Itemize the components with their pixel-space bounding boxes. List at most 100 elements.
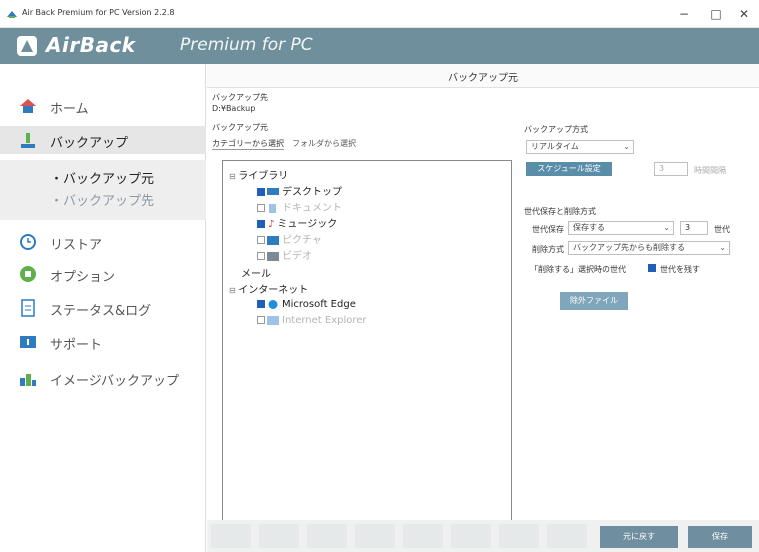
image-backup-icon [20,374,36,386]
video-icon [267,251,279,261]
footer-tile [499,524,539,548]
save-button[interactable]: 保存 [688,526,752,548]
checkbox[interactable] [257,252,265,260]
chevron-down-icon: ⌄ [663,223,670,232]
generation-count-value: 3 [685,223,691,232]
sidebar-item-status-log[interactable]: ステータス&ログ [0,294,206,322]
maximize-button[interactable]: □ [703,5,729,23]
keep-generation-label: 世代を残す [660,265,700,274]
footer-tile [355,524,395,548]
chevron-down-icon: ⌄ [623,142,630,151]
brand-name: AirBack [46,33,136,57]
tree-node-library[interactable]: ⊟ ライブラリ [229,167,288,183]
sidebar-item-home[interactable]: ホーム [0,92,206,120]
tree-node-desktop[interactable]: デスクトップ [257,183,342,199]
generation-save-value: 保存する [573,223,605,232]
tab-category[interactable]: カテゴリーから選択 [212,138,284,150]
checkbox[interactable] [257,236,265,244]
footer-tile [451,524,491,548]
sidebar-item-support[interactable]: サポート [0,328,206,356]
generation-save-label: 世代保存 [532,225,564,234]
exclude-files-button[interactable]: 除外ファイル [560,292,628,310]
interval-spinner[interactable]: 3 [654,162,688,176]
reset-button[interactable]: 元に戻す [600,526,678,548]
footer-tile [259,524,299,548]
delete-method-value: バックアップ先からも削除する [573,243,685,252]
source-label: バックアップ元 [212,123,268,132]
tree-node-ie[interactable]: Internet Explorer [257,315,367,331]
sidebar-item-label: ホーム [50,102,89,117]
checkbox[interactable] [257,220,265,228]
status-log-icon [21,299,35,317]
sidebar-item-label: ステータス&ログ [50,304,152,319]
option-icon [20,266,36,282]
chevron-down-icon: ⌄ [719,243,726,252]
title-bar: Air Back Premium for PC Version 2.2.8 − … [0,0,759,28]
footer-tile [547,524,587,548]
delete-note: 「削除する」選択時の世代 [530,265,626,274]
sidebar-item-label: リストア [50,238,103,253]
support-icon [20,336,36,348]
tree-label: Internet Explorer [282,315,367,326]
checkbox[interactable] [257,204,265,212]
method-select[interactable]: リアルタイム ⌄ [526,140,634,154]
footer-tile [403,524,443,548]
minimize-button[interactable]: − [671,5,697,23]
interval-unit: 時間間隔 [694,166,726,175]
generation-count-unit: 世代 [714,225,730,234]
desktop-icon [267,187,279,195]
tree-label: メール [241,269,271,280]
backup-icon [21,133,35,148]
sidebar-item-label: イメージバックアップ [50,374,179,389]
footer-tile [307,524,347,548]
tree-node-documents[interactable]: ドキュメント [257,199,342,215]
picture-icon [267,235,279,245]
tree-label: Microsoft Edge [282,299,356,310]
home-icon [20,99,36,113]
sidebar-item-option[interactable]: オプション [0,260,206,288]
document-icon [269,203,276,213]
music-icon: ♪ [268,219,275,230]
destination-value: D:¥Backup [212,104,256,113]
schedule-button[interactable]: スケジュール設定 [526,162,612,176]
page-title: バックアップ元 [448,73,518,84]
backup-submenu: ・バックアップ元 ・バックアップ先 [0,160,206,220]
tree-node-music[interactable]: ♪ ミュージック [257,215,337,231]
tree-label: ビデオ [282,251,312,262]
sidebar-item-label: サポート [50,338,103,353]
tree-node-pictures[interactable]: ピクチャ [257,231,322,247]
checkbox[interactable] [257,316,265,324]
sidebar-subitem-source[interactable]: ・バックアップ元 [50,168,154,187]
edge-icon [268,299,278,309]
tree-label: ライブラリ [238,171,289,182]
tree-node-internet[interactable]: ⊟ インターネット [229,281,308,297]
restore-icon [20,234,36,250]
content-header: バックアップ元 [207,64,759,88]
delete-method-select[interactable]: バックアップ先からも削除する ⌄ [568,241,730,255]
tree-label: ミュージック [277,219,338,230]
sidebar-subitem-destination[interactable]: ・バックアップ先 [50,190,154,209]
checkbox[interactable] [257,300,265,308]
sidebar: ホーム バックアップ ・バックアップ元 ・バックアップ先 リストア オプション … [0,64,206,552]
close-button[interactable]: ✕ [731,5,757,23]
sidebar-item-image-backup[interactable]: イメージバックアップ [0,364,206,392]
destination-label: バックアップ先 [212,93,268,102]
tab-folder[interactable]: フォルダから選択 [292,138,356,149]
generation-count-spinner[interactable]: 3 [680,221,708,235]
tree-node-mail[interactable]: メール [241,265,271,281]
sidebar-item-restore[interactable]: リストア [0,228,206,256]
keep-generation-checkbox[interactable] [648,264,656,272]
method-label: バックアップ方式 [524,125,588,134]
tree-label: ピクチャ [282,235,322,246]
product-name: Premium for PC [180,35,313,55]
checkbox[interactable] [257,188,265,196]
app-icon [7,11,17,18]
footer-tile [211,524,251,548]
tree-node-edge[interactable]: Microsoft Edge [257,299,356,315]
sidebar-item-backup[interactable]: バックアップ [0,126,206,154]
tree-label: デスクトップ [282,187,342,198]
delete-method-label: 削除方式 [532,245,564,254]
generation-save-select[interactable]: 保存する ⌄ [568,221,674,235]
tree-node-videos[interactable]: ビデオ [257,247,312,263]
sidebar-item-label: オプション [50,270,116,285]
